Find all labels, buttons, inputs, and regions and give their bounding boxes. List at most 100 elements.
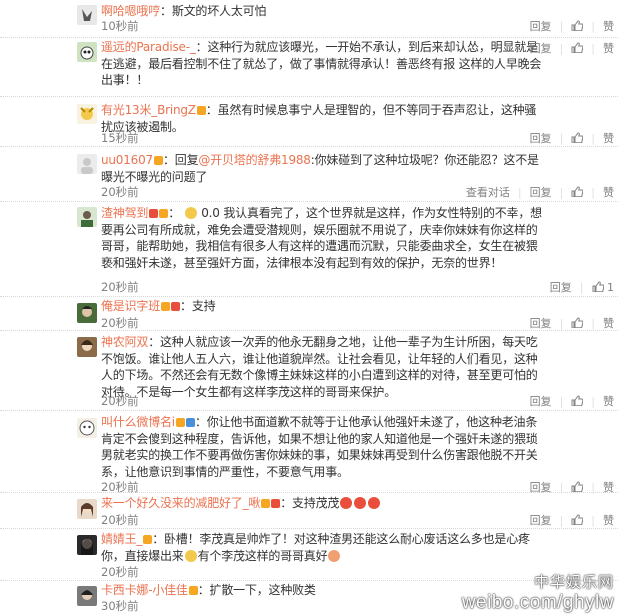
- thumbs-up-icon: [571, 132, 584, 143]
- avatar[interactable]: [77, 104, 97, 124]
- praise-button[interactable]: 赞: [603, 40, 614, 56]
- separator: |: [591, 186, 595, 199]
- avatar[interactable]: [77, 5, 97, 25]
- reply-button[interactable]: 回复: [530, 18, 552, 34]
- avatar[interactable]: [77, 586, 97, 606]
- watermark-url: weibo.com/ghylw: [461, 592, 614, 613]
- username[interactable]: 神农阿双: [101, 335, 148, 349]
- separator: |: [559, 132, 564, 145]
- username[interactable]: 遥远的Paradise-_: [101, 40, 196, 54]
- thumbs-up-icon: [571, 42, 584, 53]
- separator: |: [559, 186, 564, 199]
- reply-button[interactable]: 回复: [530, 184, 552, 200]
- comment-text: ：支持: [180, 299, 216, 313]
- avatar[interactable]: [77, 337, 97, 357]
- comment-actions: 回复 | | 赞: [522, 512, 614, 528]
- like-button[interactable]: [571, 316, 584, 330]
- praise-button[interactable]: 赞: [603, 18, 614, 34]
- vip-badge-icon: [171, 302, 181, 311]
- separator: |: [559, 395, 564, 408]
- vip-badge-icon: [271, 499, 281, 508]
- watermark: 中华娱乐网 weibo.com/ghylw: [462, 571, 614, 614]
- verified-badge-icon: [185, 418, 195, 427]
- comment-text-continued: 有个李茂这样的哥哥真好: [197, 548, 328, 563]
- avatar[interactable]: [77, 499, 97, 519]
- reply-button[interactable]: 回复: [530, 393, 552, 409]
- separator: |: [559, 514, 564, 527]
- username[interactable]: 渣神驾到: [101, 206, 148, 220]
- member-badge-icon: [159, 209, 169, 218]
- username[interactable]: 啊哈嗯哦哼: [101, 4, 160, 18]
- username[interactable]: 有光13米_BringZ: [101, 103, 196, 117]
- view-conversation-button[interactable]: 查看对话: [466, 184, 510, 200]
- comment-item: uu01607 ：回复@开贝塔的舒弗1988:你妹碰到了这种垃圾呢？你还能忍？这不…: [0, 147, 618, 202]
- comment-actions: 回复 | 1: [542, 279, 614, 295]
- thumbs-up-icon: [571, 514, 584, 525]
- star-badge-icon: [149, 209, 159, 218]
- like-button[interactable]: [571, 131, 584, 145]
- timestamp: 30秒前: [101, 599, 139, 613]
- emoji-icon: [184, 207, 197, 219]
- separator: |: [591, 20, 595, 33]
- mention-link[interactable]: @开贝塔的舒弗1988: [198, 153, 311, 167]
- member-badge-icon: [175, 418, 185, 427]
- member-badge-icon: [154, 156, 163, 165]
- member-badge-icon: [143, 535, 153, 544]
- like-button[interactable]: [571, 513, 584, 527]
- avatar[interactable]: [77, 207, 97, 227]
- username[interactable]: 叫什么微博名i: [101, 415, 175, 429]
- timestamp: 20秒前: [101, 316, 139, 330]
- praise-button[interactable]: 赞: [603, 512, 614, 528]
- like-button[interactable]: [571, 185, 584, 199]
- comment-actions: 回复 | | 赞: [522, 18, 614, 34]
- like-button[interactable]: 1: [592, 280, 614, 294]
- comment-actions: 回复 | | 赞: [522, 393, 614, 409]
- comment-text: ：斯文的坏人太可怕: [160, 4, 267, 18]
- avatar[interactable]: [77, 154, 97, 174]
- like-button[interactable]: [571, 394, 584, 408]
- comment-item: 神农阿双：这种人就应该一次弄的他永无翻身之地，让他一辈子为生计所困，每天吃不饱饭…: [0, 331, 618, 411]
- username[interactable]: 卡西卡娜-小佳佳: [101, 583, 188, 597]
- thumbs-up-icon: [571, 395, 584, 406]
- separator: |: [591, 395, 595, 408]
- timestamp: 20秒前: [101, 513, 139, 527]
- member-badge-icon: [196, 106, 206, 115]
- reply-button[interactable]: 回复: [530, 512, 552, 528]
- separator: |: [591, 132, 595, 145]
- comment-item: 叫什么微博名i ：你让他书面道歉不就等于让他承认他强奸未遂了，他这种老油条肯定不会…: [0, 411, 618, 494]
- avatar[interactable]: [77, 418, 97, 438]
- reply-button[interactable]: 回复: [530, 130, 552, 146]
- comment-text: ：这种人就应该一次弄的他永无翻身之地，让他一辈子为生计所困，每天吃不饱饭。谁让他…: [101, 335, 538, 399]
- praise-button[interactable]: 赞: [603, 130, 614, 146]
- comment-actions: 查看对话 | 回复 | | 赞: [458, 184, 614, 200]
- watermark-title: 中华娱乐网: [533, 574, 614, 591]
- reply-button[interactable]: 回复: [550, 279, 572, 295]
- like-button[interactable]: [571, 19, 584, 33]
- username[interactable]: uu01607: [101, 153, 153, 167]
- reply-button[interactable]: 回复: [530, 315, 552, 331]
- comment-item: 啊哈嗯哦哼：斯文的坏人太可怕 10秒前 回复 | | 赞: [0, 0, 618, 38]
- comment-actions: 回复 | | 赞: [522, 40, 614, 56]
- avatar[interactable]: [77, 303, 97, 323]
- separator: |: [579, 281, 584, 294]
- thumbs-up-icon: [592, 281, 604, 292]
- avatar[interactable]: [77, 42, 97, 62]
- thumbs-up-icon: [571, 481, 584, 492]
- comment-actions: 回复 | | 赞: [522, 130, 614, 146]
- username[interactable]: 俺是识字班: [101, 299, 160, 313]
- member-badge-icon: [161, 302, 171, 311]
- praise-button[interactable]: 赞: [603, 315, 614, 331]
- comment-item: 来一个好久没来的减肥好了_啾 ：支持茂茂 20秒前 回复 | | 赞: [0, 493, 618, 529]
- username[interactable]: 来一个好久没来的减肥好了_啾: [101, 496, 260, 510]
- like-button[interactable]: [571, 480, 584, 494]
- praise-button[interactable]: 赞: [603, 393, 614, 409]
- like-button[interactable]: [571, 41, 584, 55]
- separator: |: [559, 20, 564, 33]
- username[interactable]: 婧婧王_: [101, 532, 142, 546]
- reply-button[interactable]: 回复: [530, 40, 552, 56]
- comment-text: ：扩散一下，这种败类: [197, 583, 316, 597]
- comment-text: ：支持茂茂: [280, 496, 340, 510]
- avatar[interactable]: [77, 535, 97, 555]
- praise-button[interactable]: 赞: [603, 184, 614, 200]
- thumbs-up-icon: [571, 317, 584, 328]
